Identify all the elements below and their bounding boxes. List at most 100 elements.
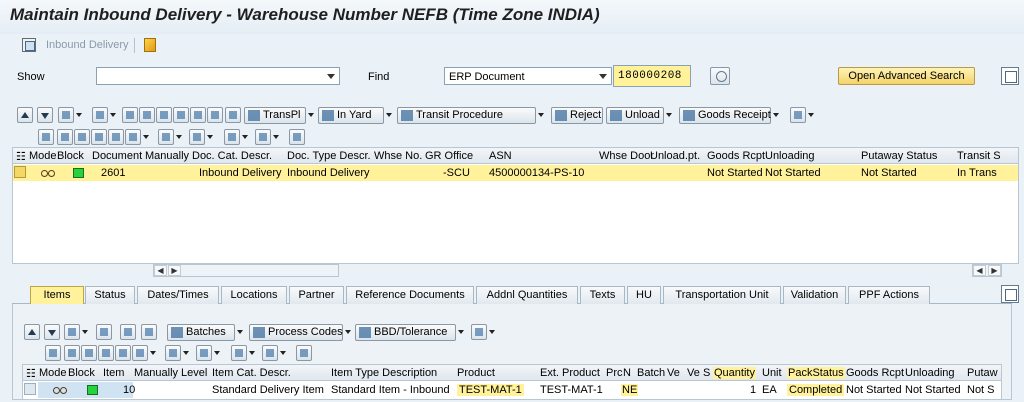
column-header[interactable]: Transit S bbox=[957, 150, 1001, 162]
unload-button[interactable]: Unload bbox=[606, 107, 664, 124]
column-header[interactable]: Manually bbox=[134, 367, 178, 379]
horizontal-scrollbar[interactable]: ◀ ▶ bbox=[153, 264, 339, 277]
dropdown-arrow[interactable] bbox=[75, 107, 83, 123]
tab-partner[interactable]: Partner bbox=[289, 286, 344, 304]
column-header[interactable]: Item bbox=[103, 367, 124, 379]
column-header-packstatus[interactable]: PackStatus bbox=[787, 367, 845, 379]
column-header[interactable]: Doc. Cat. Descr. bbox=[192, 150, 272, 162]
tab-texts[interactable]: Texts bbox=[580, 286, 625, 304]
show-dropdown[interactable] bbox=[96, 67, 340, 85]
lock-icon[interactable] bbox=[173, 107, 189, 123]
in-yard-button[interactable]: In Yard bbox=[318, 107, 384, 124]
column-header[interactable]: Whse Door bbox=[599, 150, 654, 162]
column-header[interactable]: Item Type Description bbox=[331, 367, 437, 379]
horizontal-scrollbar-right[interactable]: ◀ ▶ bbox=[972, 264, 1002, 277]
delete-icon[interactable] bbox=[156, 107, 172, 123]
column-header[interactable]: Unit bbox=[762, 367, 782, 379]
filter-icon[interactable] bbox=[115, 345, 131, 361]
tab-items[interactable]: Items bbox=[30, 286, 84, 304]
column-header[interactable]: Prc bbox=[606, 367, 623, 379]
column-header[interactable]: Ve bbox=[687, 367, 700, 379]
refresh-icon[interactable] bbox=[190, 107, 206, 123]
details-icon[interactable] bbox=[64, 324, 80, 340]
details-icon[interactable] bbox=[58, 107, 74, 123]
scroll-right-button[interactable]: ▶ bbox=[988, 265, 1001, 276]
dropdown-arrow[interactable] bbox=[665, 107, 673, 123]
column-header[interactable]: Goods Rcpt bbox=[846, 367, 904, 379]
column-header[interactable]: Goods Rcpt bbox=[707, 150, 765, 162]
column-header[interactable]: Unload.pt. bbox=[650, 150, 700, 162]
create-item-icon[interactable] bbox=[96, 324, 112, 340]
dropdown-arrow[interactable] bbox=[213, 345, 221, 361]
filter-settings-icon[interactable] bbox=[132, 345, 148, 361]
dropdown-arrow[interactable] bbox=[385, 107, 393, 123]
row-selector[interactable] bbox=[14, 166, 26, 178]
column-header[interactable]: Block bbox=[57, 150, 84, 162]
tab-transportation-unit[interactable]: Transportation Unit bbox=[663, 286, 781, 304]
sort-ascending-icon[interactable] bbox=[57, 129, 73, 145]
column-header[interactable]: Document bbox=[92, 150, 142, 162]
tab-addnl-quantities[interactable]: Addnl Quantities bbox=[476, 286, 578, 304]
dropdown-arrow[interactable] bbox=[457, 324, 465, 340]
scroll-up-button[interactable] bbox=[17, 107, 33, 123]
create-document-icon[interactable] bbox=[92, 107, 108, 123]
find-next-icon[interactable] bbox=[98, 345, 114, 361]
column-header[interactable]: Ve bbox=[667, 367, 680, 379]
sort-descending-icon[interactable] bbox=[74, 129, 90, 145]
column-header[interactable]: Putaw bbox=[967, 367, 998, 379]
dropdown-arrow[interactable] bbox=[182, 345, 190, 361]
dropdown-arrow[interactable] bbox=[279, 345, 287, 361]
dropdown-arrow[interactable] bbox=[272, 129, 280, 145]
expand-screen-icon[interactable] bbox=[1001, 67, 1019, 85]
reject-button[interactable]: Reject bbox=[551, 107, 603, 124]
transpl-button[interactable]: TransPl bbox=[244, 107, 306, 124]
export-icon[interactable] bbox=[231, 345, 247, 361]
tab-locations[interactable]: Locations bbox=[221, 286, 287, 304]
column-header[interactable]: Mode bbox=[29, 150, 57, 162]
dropdown-arrow[interactable] bbox=[149, 345, 157, 361]
save-icon[interactable] bbox=[207, 107, 223, 123]
dropdown-arrow[interactable] bbox=[142, 129, 150, 145]
dropdown-arrow[interactable] bbox=[175, 129, 183, 145]
batches-button[interactable]: Batches bbox=[167, 324, 235, 341]
sum-icon[interactable] bbox=[165, 345, 181, 361]
column-header[interactable]: Manually bbox=[145, 150, 189, 162]
table-row[interactable]: 10 Standard Delivery Item Standard Item … bbox=[23, 382, 1001, 398]
scroll-down-button[interactable] bbox=[37, 107, 53, 123]
bbd-tolerance-button[interactable]: BBD/Tolerance bbox=[355, 324, 456, 341]
tab-reference-documents[interactable]: Reference Documents bbox=[346, 286, 474, 304]
info-icon[interactable] bbox=[289, 129, 305, 145]
column-header[interactable]: Unloading bbox=[765, 150, 815, 162]
column-header[interactable]: Doc. Type Descr. bbox=[287, 150, 371, 162]
column-header[interactable]: ASN bbox=[489, 150, 512, 162]
column-header[interactable]: Product bbox=[457, 367, 495, 379]
scroll-up-button[interactable] bbox=[24, 324, 40, 340]
dropdown-arrow[interactable] bbox=[772, 107, 780, 123]
print-icon[interactable] bbox=[471, 324, 487, 340]
scroll-right-button[interactable]: ▶ bbox=[168, 265, 181, 276]
table-row[interactable]: 2601 Inbound Delivery Inbound Delivery -… bbox=[13, 165, 1018, 181]
column-header[interactable]: Item Cat. Descr. bbox=[212, 367, 291, 379]
column-select-icon[interactable]: ☷ bbox=[26, 367, 36, 380]
display-icon[interactable] bbox=[139, 107, 155, 123]
execute-search-button[interactable] bbox=[710, 67, 730, 85]
subtotal-icon[interactable] bbox=[189, 129, 205, 145]
layout-icon[interactable] bbox=[262, 345, 278, 361]
expand-screen-icon[interactable] bbox=[1001, 285, 1019, 303]
edit-icon[interactable] bbox=[144, 38, 156, 52]
delivery-icon[interactable] bbox=[22, 38, 36, 52]
find-dropdown[interactable]: ERP Document bbox=[444, 67, 612, 85]
find-icon[interactable] bbox=[45, 345, 61, 361]
sum-icon[interactable] bbox=[158, 129, 174, 145]
delete-item-icon[interactable] bbox=[120, 324, 136, 340]
check-icon[interactable] bbox=[225, 107, 241, 123]
column-select-icon[interactable]: ☷ bbox=[16, 150, 26, 163]
column-header[interactable]: Whse No. bbox=[374, 150, 422, 162]
tab-hu[interactable]: HU bbox=[627, 286, 661, 304]
column-header[interactable]: Level bbox=[181, 367, 207, 379]
layout-icon[interactable] bbox=[255, 129, 271, 145]
export-icon[interactable] bbox=[224, 129, 240, 145]
tab-ppf-actions[interactable]: PPF Actions bbox=[848, 286, 930, 304]
column-header[interactable]: Unloading bbox=[905, 367, 955, 379]
tab-status[interactable]: Status bbox=[85, 286, 135, 304]
